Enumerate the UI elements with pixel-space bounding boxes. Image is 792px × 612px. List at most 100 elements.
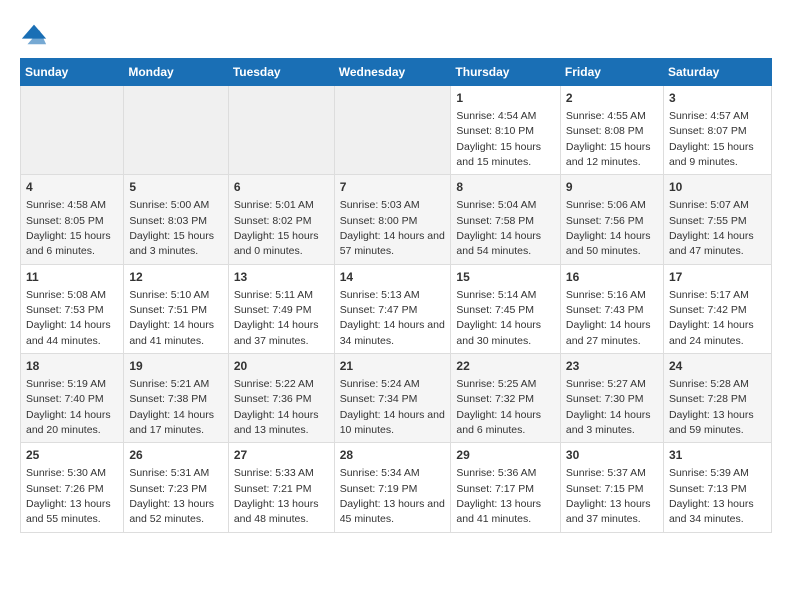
day-number: 4 (26, 179, 118, 196)
calendar-cell: 8 Sunrise: 5:04 AM Sunset: 7:58 PM Dayli… (451, 175, 561, 264)
day-sunrise: Sunrise: 5:07 AM (669, 199, 749, 211)
day-daylight: Daylight: 14 hours and 41 minutes. (129, 319, 214, 346)
logo (20, 20, 54, 48)
day-sunset: Sunset: 7:17 PM (456, 483, 534, 495)
day-sunset: Sunset: 7:55 PM (669, 215, 747, 227)
day-daylight: Daylight: 15 hours and 12 minutes. (566, 141, 651, 168)
day-sunset: Sunset: 7:58 PM (456, 215, 534, 227)
day-daylight: Daylight: 15 hours and 3 minutes. (129, 230, 214, 257)
day-daylight: Daylight: 14 hours and 47 minutes. (669, 230, 754, 257)
day-number: 29 (456, 447, 555, 464)
day-number: 27 (234, 447, 329, 464)
day-number: 23 (566, 358, 658, 375)
day-sunset: Sunset: 7:49 PM (234, 304, 312, 316)
day-sunset: Sunset: 7:43 PM (566, 304, 644, 316)
day-sunset: Sunset: 7:45 PM (456, 304, 534, 316)
day-number: 21 (340, 358, 446, 375)
day-sunset: Sunset: 7:21 PM (234, 483, 312, 495)
day-sunrise: Sunrise: 5:33 AM (234, 467, 314, 479)
calendar-cell: 29 Sunrise: 5:36 AM Sunset: 7:17 PM Dayl… (451, 443, 561, 532)
day-daylight: Daylight: 14 hours and 3 minutes. (566, 409, 651, 436)
calendar-cell: 23 Sunrise: 5:27 AM Sunset: 7:30 PM Dayl… (560, 354, 663, 443)
calendar-cell: 2 Sunrise: 4:55 AM Sunset: 8:08 PM Dayli… (560, 86, 663, 175)
day-daylight: Daylight: 14 hours and 20 minutes. (26, 409, 111, 436)
day-sunrise: Sunrise: 4:55 AM (566, 110, 646, 122)
day-daylight: Daylight: 14 hours and 57 minutes. (340, 230, 445, 257)
calendar-body: 1 Sunrise: 4:54 AM Sunset: 8:10 PM Dayli… (21, 86, 772, 533)
day-number: 22 (456, 358, 555, 375)
calendar-week-3: 11 Sunrise: 5:08 AM Sunset: 7:53 PM Dayl… (21, 264, 772, 353)
day-sunrise: Sunrise: 5:08 AM (26, 289, 106, 301)
day-sunrise: Sunrise: 4:57 AM (669, 110, 749, 122)
calendar-cell: 27 Sunrise: 5:33 AM Sunset: 7:21 PM Dayl… (228, 443, 334, 532)
day-sunrise: Sunrise: 5:16 AM (566, 289, 646, 301)
day-daylight: Daylight: 14 hours and 13 minutes. (234, 409, 319, 436)
day-number: 31 (669, 447, 766, 464)
day-daylight: Daylight: 13 hours and 52 minutes. (129, 498, 214, 525)
day-sunset: Sunset: 7:38 PM (129, 393, 207, 405)
day-daylight: Daylight: 14 hours and 54 minutes. (456, 230, 541, 257)
day-sunrise: Sunrise: 5:00 AM (129, 199, 209, 211)
day-sunset: Sunset: 7:26 PM (26, 483, 104, 495)
calendar-cell: 19 Sunrise: 5:21 AM Sunset: 7:38 PM Dayl… (124, 354, 228, 443)
calendar-cell (21, 86, 124, 175)
calendar-cell: 3 Sunrise: 4:57 AM Sunset: 8:07 PM Dayli… (663, 86, 771, 175)
day-daylight: Daylight: 13 hours and 34 minutes. (669, 498, 754, 525)
header-day-thursday: Thursday (451, 59, 561, 86)
day-number: 9 (566, 179, 658, 196)
page-header (20, 20, 772, 48)
day-sunrise: Sunrise: 5:03 AM (340, 199, 420, 211)
day-daylight: Daylight: 14 hours and 50 minutes. (566, 230, 651, 257)
day-number: 17 (669, 269, 766, 286)
day-sunrise: Sunrise: 5:37 AM (566, 467, 646, 479)
calendar-cell: 26 Sunrise: 5:31 AM Sunset: 7:23 PM Dayl… (124, 443, 228, 532)
day-sunset: Sunset: 7:56 PM (566, 215, 644, 227)
day-number: 12 (129, 269, 222, 286)
day-daylight: Daylight: 14 hours and 34 minutes. (340, 319, 445, 346)
calendar-cell: 31 Sunrise: 5:39 AM Sunset: 7:13 PM Dayl… (663, 443, 771, 532)
day-daylight: Daylight: 14 hours and 30 minutes. (456, 319, 541, 346)
day-sunset: Sunset: 7:32 PM (456, 393, 534, 405)
calendar-cell: 30 Sunrise: 5:37 AM Sunset: 7:15 PM Dayl… (560, 443, 663, 532)
day-sunset: Sunset: 7:28 PM (669, 393, 747, 405)
calendar-cell: 22 Sunrise: 5:25 AM Sunset: 7:32 PM Dayl… (451, 354, 561, 443)
day-sunrise: Sunrise: 5:06 AM (566, 199, 646, 211)
day-sunset: Sunset: 8:05 PM (26, 215, 104, 227)
calendar-cell: 5 Sunrise: 5:00 AM Sunset: 8:03 PM Dayli… (124, 175, 228, 264)
day-sunset: Sunset: 7:53 PM (26, 304, 104, 316)
day-sunrise: Sunrise: 5:10 AM (129, 289, 209, 301)
day-daylight: Daylight: 14 hours and 27 minutes. (566, 319, 651, 346)
day-sunrise: Sunrise: 5:27 AM (566, 378, 646, 390)
day-sunrise: Sunrise: 5:25 AM (456, 378, 536, 390)
day-daylight: Daylight: 15 hours and 9 minutes. (669, 141, 754, 168)
day-sunset: Sunset: 7:19 PM (340, 483, 418, 495)
day-sunrise: Sunrise: 5:01 AM (234, 199, 314, 211)
day-sunset: Sunset: 7:15 PM (566, 483, 644, 495)
calendar-cell: 17 Sunrise: 5:17 AM Sunset: 7:42 PM Dayl… (663, 264, 771, 353)
calendar-cell: 10 Sunrise: 5:07 AM Sunset: 7:55 PM Dayl… (663, 175, 771, 264)
calendar-cell: 14 Sunrise: 5:13 AM Sunset: 7:47 PM Dayl… (334, 264, 451, 353)
calendar-cell: 16 Sunrise: 5:16 AM Sunset: 7:43 PM Dayl… (560, 264, 663, 353)
day-daylight: Daylight: 13 hours and 37 minutes. (566, 498, 651, 525)
day-sunrise: Sunrise: 5:24 AM (340, 378, 420, 390)
header-day-monday: Monday (124, 59, 228, 86)
day-daylight: Daylight: 13 hours and 41 minutes. (456, 498, 541, 525)
calendar-cell: 7 Sunrise: 5:03 AM Sunset: 8:00 PM Dayli… (334, 175, 451, 264)
day-sunrise: Sunrise: 5:31 AM (129, 467, 209, 479)
day-sunrise: Sunrise: 5:04 AM (456, 199, 536, 211)
day-number: 3 (669, 90, 766, 107)
calendar-table: SundayMondayTuesdayWednesdayThursdayFrid… (20, 58, 772, 533)
day-sunrise: Sunrise: 5:14 AM (456, 289, 536, 301)
calendar-cell: 20 Sunrise: 5:22 AM Sunset: 7:36 PM Dayl… (228, 354, 334, 443)
day-number: 8 (456, 179, 555, 196)
day-sunset: Sunset: 8:07 PM (669, 125, 747, 137)
day-sunset: Sunset: 8:02 PM (234, 215, 312, 227)
day-sunset: Sunset: 7:36 PM (234, 393, 312, 405)
day-sunset: Sunset: 7:30 PM (566, 393, 644, 405)
header-row: SundayMondayTuesdayWednesdayThursdayFrid… (21, 59, 772, 86)
logo-icon (20, 20, 48, 48)
day-number: 13 (234, 269, 329, 286)
day-sunset: Sunset: 8:03 PM (129, 215, 207, 227)
day-daylight: Daylight: 15 hours and 6 minutes. (26, 230, 111, 257)
day-number: 2 (566, 90, 658, 107)
